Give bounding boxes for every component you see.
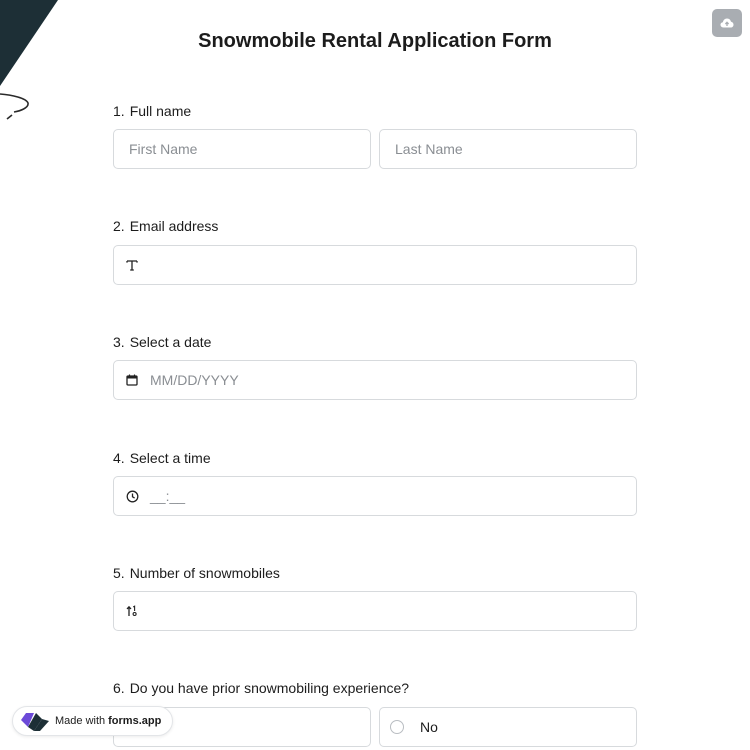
form-title: Snowmobile Rental Application Form xyxy=(198,30,552,52)
email-field[interactable] xyxy=(113,245,637,285)
option-label: No xyxy=(420,719,438,735)
question-5-label: 5. Number of snowmobiles xyxy=(113,565,280,581)
text-icon xyxy=(125,259,139,271)
last-name-placeholder: Last Name xyxy=(395,141,463,157)
question-6-label: 6. Do you have prior snowmobiling experie… xyxy=(113,680,409,696)
clock-icon xyxy=(125,490,139,503)
option-no[interactable]: No xyxy=(379,707,637,747)
badge-brand: forms.app xyxy=(108,715,162,727)
question-4-label: 4. Select a time xyxy=(113,450,211,466)
made-with-badge[interactable]: Made with forms.app xyxy=(12,706,174,736)
first-name-placeholder: First Name xyxy=(129,141,198,157)
question-text: Select a date xyxy=(129,334,212,350)
question-number: 3. xyxy=(113,334,125,350)
time-placeholder: __:__ xyxy=(150,488,186,504)
cloud-upload-icon xyxy=(720,18,734,28)
date-placeholder: MM/DD/YYYY xyxy=(150,372,239,388)
question-number: 5. xyxy=(113,565,125,581)
question-text: Full name xyxy=(129,103,192,119)
badge-prefix: Made with xyxy=(55,715,106,727)
calendar-icon xyxy=(125,374,139,386)
question-text: Email address xyxy=(129,218,219,234)
question-1-label: 1. Full name xyxy=(113,103,191,119)
question-text: Number of snowmobiles xyxy=(129,565,280,581)
number-sort-icon xyxy=(125,605,139,617)
first-name-input[interactable]: First Name xyxy=(113,129,371,169)
last-name-input[interactable]: Last Name xyxy=(379,129,637,169)
question-number: 2. xyxy=(113,218,125,234)
question-number: 4. xyxy=(113,450,125,466)
snowmobile-count-input[interactable] xyxy=(113,591,637,631)
question-number: 1. xyxy=(113,103,125,119)
radio-button[interactable] xyxy=(390,720,404,734)
corner-decoration xyxy=(0,0,58,120)
question-number: 6. xyxy=(113,680,125,696)
question-3-label: 3. Select a date xyxy=(113,334,211,350)
time-input[interactable]: __:__ xyxy=(113,476,637,516)
forms-app-logo-icon xyxy=(21,713,49,731)
date-input[interactable]: MM/DD/YYYY xyxy=(113,360,637,400)
question-2-label: 2. Email address xyxy=(113,218,218,234)
question-text: Select a time xyxy=(129,450,211,466)
question-text: Do you have prior snowmobiling experienc… xyxy=(129,680,410,696)
